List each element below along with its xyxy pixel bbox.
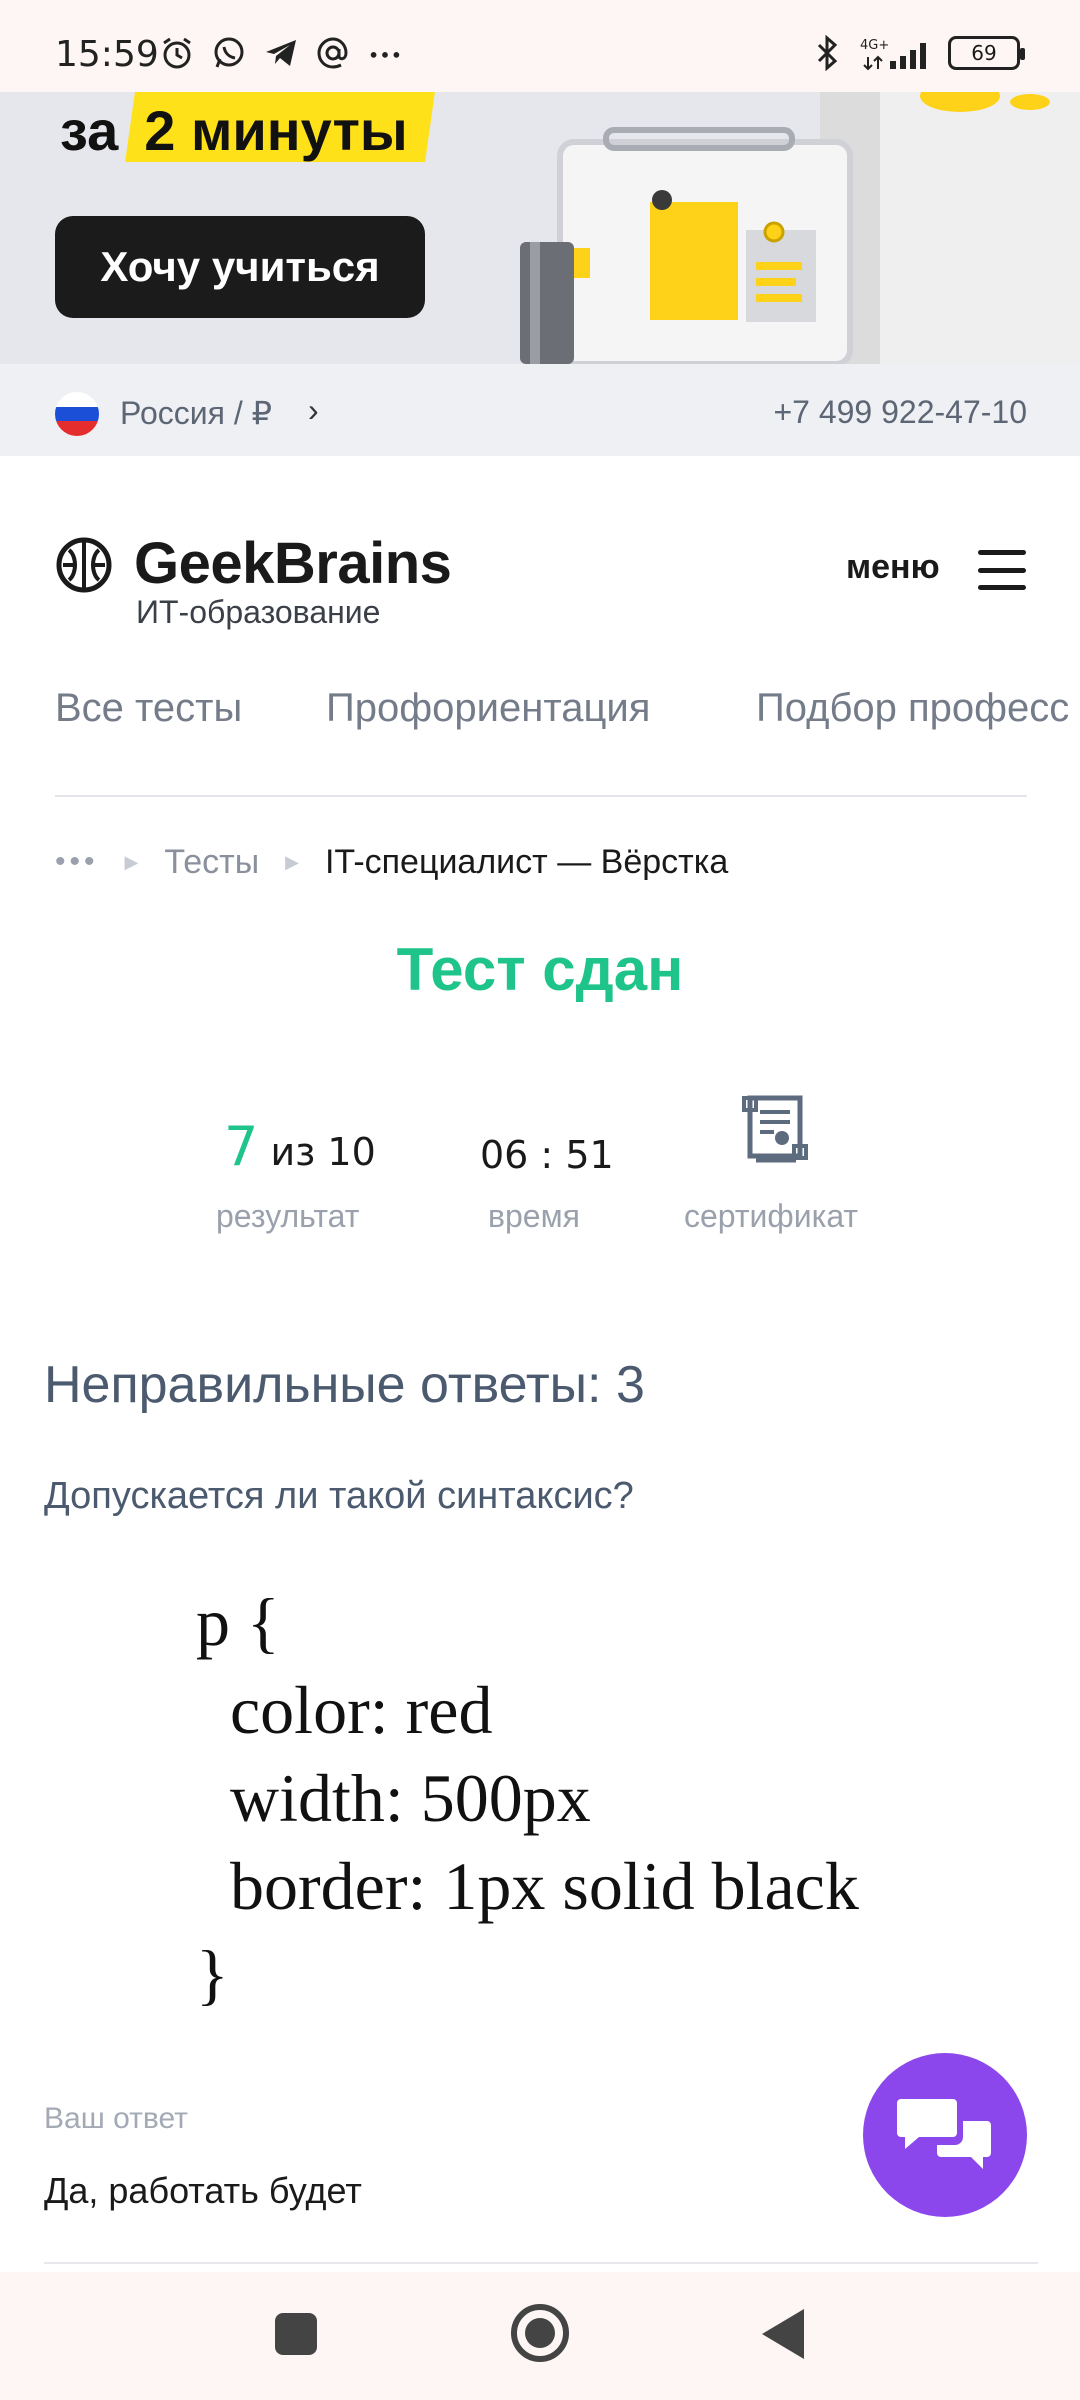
whatsapp-icon — [210, 34, 248, 72]
logo-wordmark[interactable]: GeekBrains — [134, 530, 452, 597]
your-answer-label: Ваш ответ — [44, 2102, 188, 2135]
breadcrumb-arrow-icon: ▶ — [124, 851, 139, 872]
score-number: 7 — [224, 1115, 259, 1178]
breadcrumb-current: IT-специалист — Вёрстка — [324, 842, 729, 881]
menu-button-label[interactable]: меню — [846, 548, 940, 587]
tab-all-tests[interactable]: Все тесты — [55, 686, 242, 731]
breadcrumb-more[interactable]: ••• — [55, 845, 99, 879]
time-value: 06 : 51 — [480, 1133, 614, 1177]
banner-headline-prefix: за — [60, 99, 119, 162]
more-icon — [366, 34, 404, 72]
signal-icon: 4G+ — [860, 34, 934, 72]
network-type: 4G+ — [860, 38, 889, 53]
tests-nav: Все тесты Профориентация Подбор професс — [0, 686, 1080, 742]
battery-icon: 69 — [948, 36, 1025, 70]
geekbrains-logo-icon[interactable] — [55, 536, 113, 594]
banner-illustration — [520, 92, 1080, 364]
status-time: 15:59 — [55, 34, 159, 75]
banner-headline-highlight: 2 минуты — [144, 99, 408, 162]
want-to-learn-button[interactable]: Хочу учиться — [55, 216, 425, 318]
certificate-icon[interactable] — [736, 1090, 812, 1166]
region-bar: Россия / ₽ › +7 499 922-47-10 — [0, 364, 1080, 456]
system-navigation-bar — [0, 2272, 1080, 2400]
code-line: color: red — [196, 1672, 493, 1748]
chat-icon — [897, 2099, 991, 2169]
wrong-answers-title: Неправильные ответы: 3 — [44, 1356, 645, 1414]
test-passed-title: Тест сдан — [396, 936, 684, 1003]
tab-career-guidance[interactable]: Профориентация — [326, 686, 650, 731]
russia-flag-icon — [55, 392, 99, 436]
certificate-label[interactable]: сертификат — [684, 1198, 858, 1235]
score-value: 7 из 10 — [224, 1115, 376, 1178]
code-sample-image: p { color: red width: 500px border: 1px … — [196, 1578, 859, 2018]
alarm-icon — [158, 34, 196, 72]
breadcrumb: ••• ▶ Тесты ▶ IT-специалист — Вёрстка — [55, 840, 728, 884]
status-notification-icons — [158, 34, 404, 72]
status-system-icons: 4G+ 69 — [808, 34, 1025, 72]
score-total: из 10 — [270, 1130, 376, 1174]
score-label: результат — [216, 1198, 360, 1234]
code-line: p { — [196, 1584, 280, 1660]
status-bar: 15:59 4G+ 69 — [0, 0, 1080, 92]
breadcrumb-arrow-icon: ▶ — [285, 851, 299, 872]
code-line: border: 1px solid black — [196, 1848, 859, 1924]
logo-subtitle: ИТ-образование — [136, 594, 381, 630]
region-selector[interactable]: Россия / ₽ — [120, 394, 272, 432]
at-icon — [314, 34, 352, 72]
breadcrumb-tests-link[interactable]: Тесты — [164, 843, 259, 882]
promo-banner[interactable]: за 2 минуты Хочу учиться — [0, 92, 1080, 364]
bluetooth-icon — [808, 34, 846, 72]
tab-profession-selection[interactable]: Подбор професс — [756, 686, 1069, 731]
chat-button[interactable] — [863, 2053, 1027, 2217]
question-text: Допускается ли такой синтаксис? — [44, 1475, 634, 1517]
time-label: время — [488, 1198, 580, 1234]
home-icon[interactable] — [511, 2304, 569, 2362]
telegram-icon — [262, 34, 300, 72]
back-icon[interactable] — [762, 2309, 804, 2359]
answer-divider — [44, 2262, 1038, 2264]
hamburger-menu-icon[interactable] — [978, 550, 1026, 590]
chevron-right-icon[interactable]: › — [308, 392, 319, 429]
banner-headline: за 2 минуты — [60, 98, 408, 163]
phone-link[interactable]: +7 499 922-47-10 — [773, 394, 1027, 431]
code-line: width: 500px — [196, 1760, 591, 1836]
recents-icon[interactable] — [275, 2313, 317, 2355]
your-answer-text: Да, работать будет — [44, 2170, 362, 2211]
nav-divider — [55, 795, 1027, 797]
code-line: } — [196, 1936, 229, 2012]
